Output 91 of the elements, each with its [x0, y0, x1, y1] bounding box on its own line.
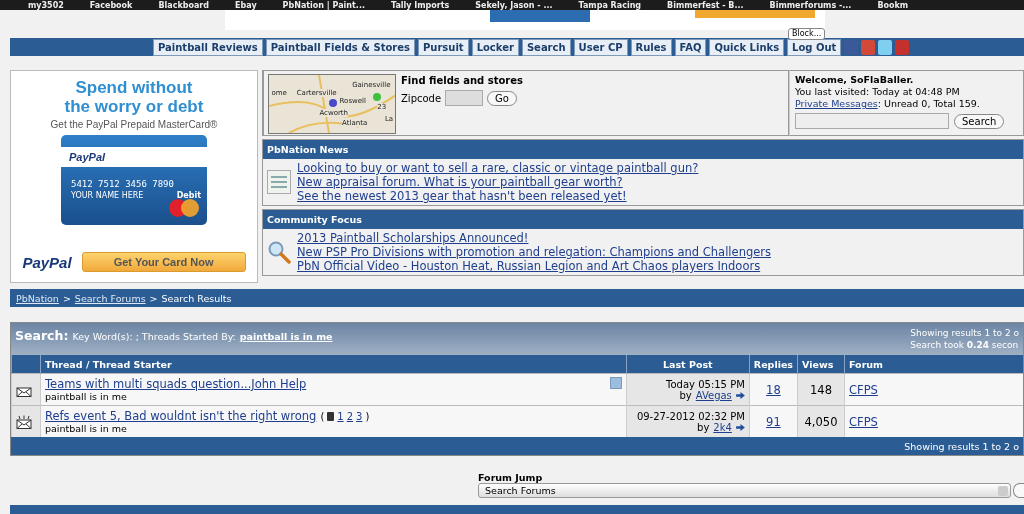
arrow-icon[interactable]	[735, 423, 745, 431]
credit-card-drawing: PayPal 5412 7512 3456 7890 YOUR NAME HERE Debit	[61, 135, 207, 225]
arrow-icon[interactable]	[735, 391, 745, 399]
bookmark-link[interactable]: Bimmerforums -...	[769, 0, 852, 10]
bookmark-link[interactable]: Ebay	[235, 0, 257, 10]
by-label: by	[679, 389, 692, 401]
nav-tab[interactable]: Paintball Reviews	[153, 38, 263, 56]
search-field[interactable]	[795, 113, 949, 129]
news-link[interactable]: 2013 Paintball Scholarships Announced!	[297, 231, 771, 245]
column-header: Replies	[749, 355, 798, 374]
results-count: Showing results 1 to 2 o	[904, 440, 1020, 452]
page-link[interactable]: 1	[337, 410, 344, 422]
breadcrumb-separator: >	[62, 292, 71, 304]
nav-tab[interactable]: Pursuit	[417, 38, 469, 56]
nav-tab[interactable]: Search	[521, 38, 571, 56]
breadcrumb-link[interactable]: PbNation	[16, 292, 59, 304]
bird-icon[interactable]	[878, 39, 893, 55]
newspaper-icon	[267, 170, 291, 194]
thread-title-link[interactable]: Refs event 5, Bad wouldnt isn't the right wrong	[45, 409, 317, 423]
forum-link[interactable]: CFPS	[849, 382, 878, 397]
page-link[interactable]: 2	[346, 410, 354, 422]
paren-text: )	[365, 410, 370, 422]
magnifier-icon	[267, 240, 291, 264]
news-link[interactable]: Looking to buy or want to sell a rare, classic or vintage paintball gun?	[297, 161, 699, 175]
search-criteria: Key Word(s): ; Threads Started By:	[72, 331, 236, 342]
ad-subline: Get the PayPal Prepaid MasterCard®	[50, 119, 218, 130]
facebook-icon[interactable]	[844, 39, 859, 55]
bookmark-link[interactable]: Bookm	[877, 0, 909, 10]
news-link[interactable]: New PSP Pro Divisions with promotion and relegation: Champions and Challengers	[297, 245, 771, 259]
nav-tab[interactable]: User CP	[573, 38, 628, 56]
search-time: Search took 0.24 secon	[910, 339, 1019, 351]
user-link[interactable]: 2k4	[713, 421, 732, 433]
block-tooltip: Block...	[788, 28, 826, 40]
column-header: Thread / Thread Starter	[40, 355, 627, 374]
pages-icon	[327, 411, 335, 421]
replies-link[interactable]: 91	[766, 414, 781, 429]
results-count: Showing results 1 to 2 o	[910, 327, 1019, 339]
news-link[interactable]: PbN Official Video - Houston Heat, Russian Legion and Art Chaos players Indoors	[297, 259, 771, 273]
section-header: Community Focus	[263, 210, 1023, 229]
bookmark-link[interactable]: PbNation | Paint...	[282, 0, 365, 10]
nav-tab[interactable]: Quick Links	[709, 38, 785, 56]
forum-jump-select[interactable]: Search Forums	[478, 483, 1011, 498]
nav-tab[interactable]: Log Out	[787, 38, 842, 56]
user-link[interactable]: AVegas	[695, 389, 732, 401]
go-button[interactable]	[1013, 483, 1024, 498]
bookmark-link[interactable]: Facebook	[89, 0, 133, 10]
bookmark-link[interactable]: Tally Imports	[390, 0, 450, 10]
column-header: Last Post	[626, 355, 750, 374]
page-link[interactable]: 3	[356, 410, 363, 422]
bookmark-link[interactable]: Sekely, Jason - ...	[475, 0, 553, 10]
pm-count-text: : Unread 0, Total 159.	[877, 98, 980, 109]
thread-starter: paintball is in me	[45, 391, 128, 402]
breadcrumb-link[interactable]: Search Forums	[74, 292, 146, 304]
column-header: Forum	[844, 355, 1023, 374]
get-card-button[interactable]: Get Your Card Now	[81, 252, 246, 272]
welcome-text: Welcome, SoFlaBaller.	[795, 74, 915, 86]
search-heading: Search:	[15, 328, 69, 343]
forum-jump-label: Forum Jump	[478, 472, 544, 483]
breadcrumb-separator: >	[149, 292, 158, 304]
views-count: 148	[810, 382, 832, 397]
nav-tab[interactable]: Locker	[471, 38, 519, 56]
search-button[interactable]: Search	[954, 113, 1005, 129]
zipcode-label: Zipcode	[401, 92, 442, 104]
zipcode-field[interactable]	[445, 90, 484, 106]
nav-tab[interactable]: Rules	[630, 38, 672, 56]
bookmark-link[interactable]: my3502	[28, 0, 64, 10]
paypal-logo: PayPal	[22, 253, 72, 271]
last-post-date: 09-27-2012 02:32 PM	[635, 410, 745, 422]
last-visited-text: You last visited: Today at 04:48 PM	[795, 86, 961, 98]
news-link[interactable]: New appraisal forum. What is your paintball gear worth?	[297, 175, 699, 189]
replies-link[interactable]: 18	[766, 382, 781, 397]
news-link[interactable]: See the newest 2013 gear that hasn't been released yet!	[297, 189, 699, 203]
locator-title: Find fields and stores	[401, 75, 523, 86]
breadcrumb-current-text: Search Results	[161, 292, 232, 304]
ad-headline: Spend without the worry or debt	[64, 78, 204, 116]
bookmark-link[interactable]: Blackboard	[158, 0, 210, 10]
bookmark-link[interactable]: Bimmerfest - B...	[667, 0, 744, 10]
go-button[interactable]: Go	[487, 90, 517, 106]
thread-starter: paintball is in me	[45, 423, 128, 434]
private-messages-link[interactable]: Private Messages	[795, 98, 878, 109]
paren-text: (	[320, 410, 325, 422]
thread-title-link[interactable]: Teams with multi squads question...John Help	[45, 377, 307, 391]
bookmark-link[interactable]: Tampa Racing	[578, 0, 642, 10]
section-header: PbNation News	[263, 140, 1023, 159]
views-count: 4,050	[804, 414, 838, 429]
by-label: by	[697, 421, 710, 433]
nav-tab[interactable]: Paintball Fields & Stores	[265, 38, 415, 56]
last-post-date: Today 05:15 PM	[665, 378, 745, 390]
nav-tab[interactable]: FAQ	[674, 38, 707, 56]
column-header: Views	[797, 355, 845, 374]
forum-link[interactable]: CFPS	[849, 414, 878, 429]
